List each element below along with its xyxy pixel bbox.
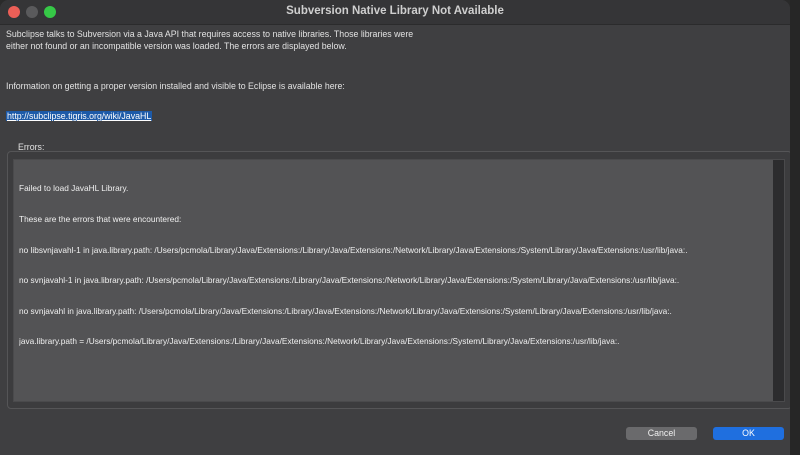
ok-button[interactable]: OK bbox=[713, 427, 784, 440]
error-line: no svnjavahl in java.library.path: /User… bbox=[19, 305, 672, 316]
javahl-wiki-link[interactable]: http://subclipse.tigris.org/wiki/JavaHL bbox=[6, 111, 153, 121]
cancel-button[interactable]: Cancel bbox=[626, 427, 697, 440]
errors-scrollbar[interactable] bbox=[773, 160, 784, 401]
error-line: no libsvnjavahl-1 in java.library.path: … bbox=[19, 244, 688, 255]
native-library-dialog: Subversion Native Library Not Available … bbox=[0, 0, 790, 455]
error-line: Failed to load JavaHL Library. bbox=[19, 183, 129, 194]
errors-label: Errors: bbox=[18, 142, 45, 152]
error-line: These are the errors that were encounter… bbox=[19, 214, 182, 225]
window-title: Subversion Native Library Not Available bbox=[286, 5, 504, 17]
info-text: Information on getting a proper version … bbox=[6, 81, 345, 91]
error-line: java.library.path = /Users/pcmola/Librar… bbox=[19, 336, 620, 347]
title-bar: Subversion Native Library Not Available bbox=[0, 0, 790, 25]
errors-text-area[interactable]: Failed to load JavaHL Library. These are… bbox=[13, 159, 785, 402]
error-line: no svnjavahl-1 in java.library.path: /Us… bbox=[19, 275, 680, 286]
errors-text: Failed to load JavaHL Library. These are… bbox=[19, 163, 767, 367]
intro-text: Subclipse talks to Subversion via a Java… bbox=[6, 29, 414, 51]
background-window-edge bbox=[790, 0, 800, 455]
